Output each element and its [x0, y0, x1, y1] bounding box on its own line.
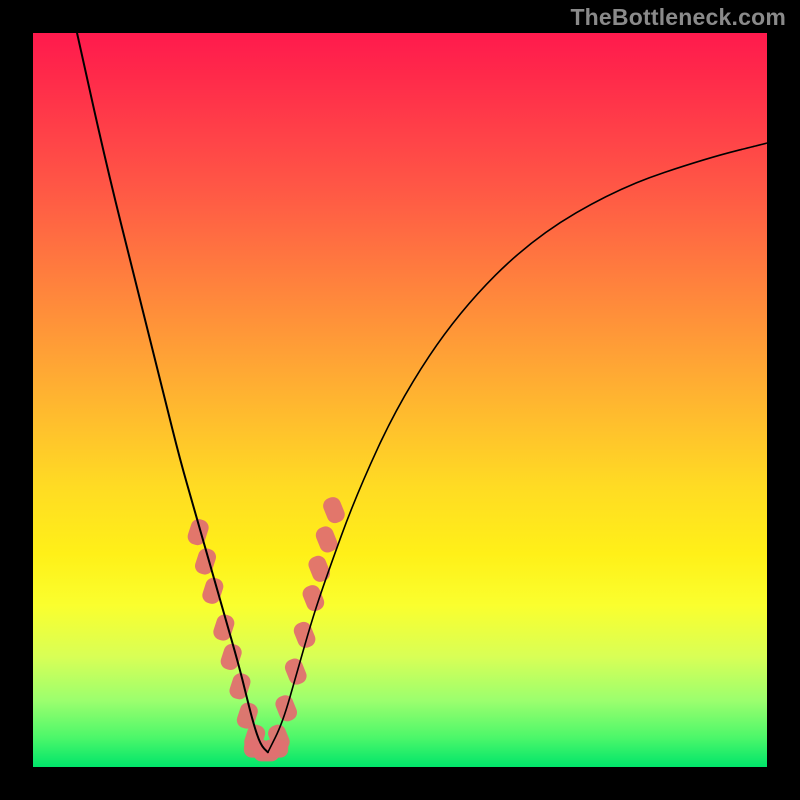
data-blob — [211, 612, 236, 642]
curve-right-arm — [268, 143, 767, 752]
data-blob — [262, 740, 288, 758]
data-blob — [200, 576, 225, 606]
chart-frame: TheBottleneck.com — [0, 0, 800, 800]
data-blob — [321, 495, 347, 526]
data-blob — [283, 656, 309, 687]
chart-svg — [33, 33, 767, 767]
watermark-text: TheBottleneck.com — [570, 4, 786, 31]
plot-area — [33, 33, 767, 767]
blob-layer — [186, 495, 348, 762]
curve-left-arm — [77, 33, 268, 752]
data-blob — [306, 553, 332, 584]
data-blob — [227, 671, 252, 701]
